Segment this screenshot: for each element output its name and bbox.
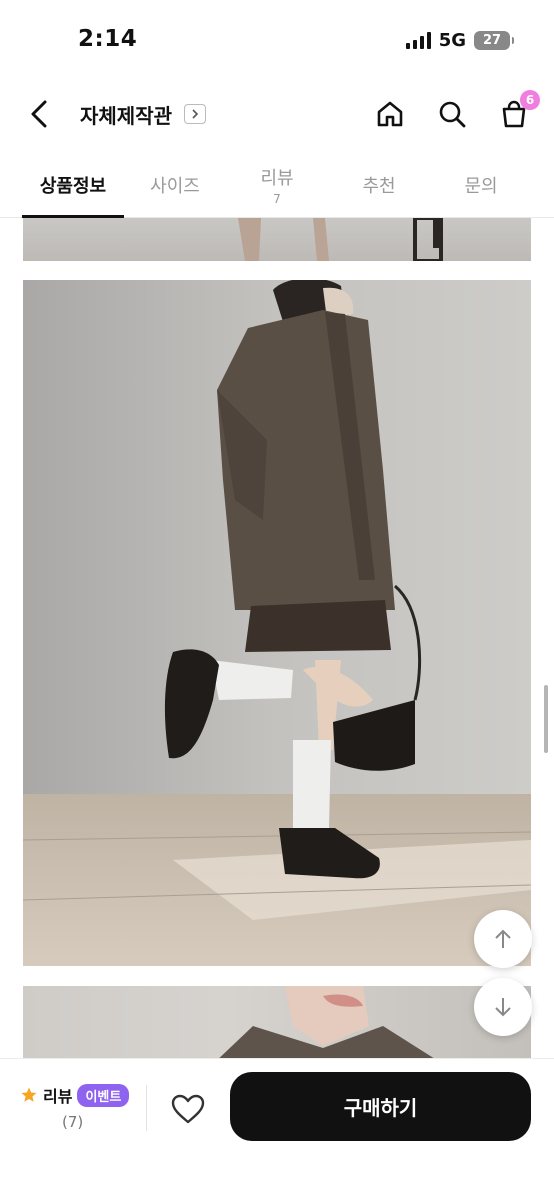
heart-icon bbox=[171, 1094, 205, 1124]
review-label: 리뷰 bbox=[43, 1087, 73, 1106]
tab-label: 문의 bbox=[464, 176, 498, 197]
tab-label: 리뷰 bbox=[260, 168, 294, 189]
review-summary-line: 리뷰 이벤트 bbox=[20, 1083, 136, 1107]
cart-count-badge: 6 bbox=[520, 90, 540, 110]
battery-level: 27 bbox=[482, 33, 502, 48]
divider bbox=[146, 1085, 147, 1131]
bottom-action-bar: 리뷰 이벤트 (7) 구매하기 bbox=[0, 1058, 554, 1200]
tab-product-info[interactable]: 상품정보 bbox=[22, 152, 124, 218]
tab-inquiry[interactable]: 문의 bbox=[430, 152, 532, 218]
store-name-link[interactable]: 자체제작관 bbox=[80, 100, 172, 129]
product-photo-model bbox=[23, 280, 531, 966]
review-tab-count: 7 bbox=[273, 192, 281, 206]
event-badge: 이벤트 bbox=[77, 1083, 130, 1107]
home-icon bbox=[377, 101, 403, 127]
search-icon bbox=[439, 101, 466, 128]
status-time: 2:14 bbox=[78, 26, 138, 52]
tab-recommend[interactable]: 추천 bbox=[328, 152, 430, 218]
cart-button[interactable]: 6 bbox=[494, 90, 540, 134]
chevron-left-icon bbox=[31, 100, 47, 128]
tab-review[interactable]: 리뷰 7 bbox=[226, 152, 328, 218]
search-button[interactable] bbox=[432, 94, 472, 134]
battery-icon: 27 bbox=[474, 31, 514, 50]
arrow-up-icon bbox=[495, 929, 511, 948]
product-photo-previous bbox=[23, 218, 531, 261]
tab-label: 상품정보 bbox=[39, 176, 107, 197]
network-type: 5G bbox=[438, 30, 466, 51]
status-bar: 2:14 5G 27 bbox=[0, 0, 554, 84]
review-count: (7) bbox=[62, 1113, 84, 1131]
signal-icon bbox=[405, 32, 431, 49]
arrow-down-icon bbox=[495, 998, 511, 1017]
home-button[interactable] bbox=[370, 94, 410, 134]
back-button[interactable] bbox=[22, 96, 58, 132]
tab-label: 추천 bbox=[362, 176, 396, 197]
store-link-chevron-icon[interactable] bbox=[184, 104, 206, 124]
tab-label: 사이즈 bbox=[150, 176, 200, 197]
scroll-down-button[interactable] bbox=[474, 978, 532, 1036]
scroll-up-button[interactable] bbox=[474, 910, 532, 968]
wishlist-button[interactable] bbox=[166, 1087, 210, 1131]
product-tabs: 상품정보 사이즈 리뷰 7 추천 문의 bbox=[0, 152, 554, 218]
star-icon bbox=[21, 1087, 37, 1102]
tab-size[interactable]: 사이즈 bbox=[124, 152, 226, 218]
top-nav-bar: 자체제작관 6 bbox=[0, 84, 554, 146]
buy-button[interactable]: 구매하기 bbox=[230, 1072, 531, 1141]
review-summary[interactable]: 리뷰 이벤트 (7) bbox=[20, 1083, 136, 1131]
product-photo-next bbox=[23, 986, 531, 1064]
scrollbar-thumb[interactable] bbox=[544, 685, 548, 753]
status-indicators: 5G 27 bbox=[405, 30, 514, 51]
